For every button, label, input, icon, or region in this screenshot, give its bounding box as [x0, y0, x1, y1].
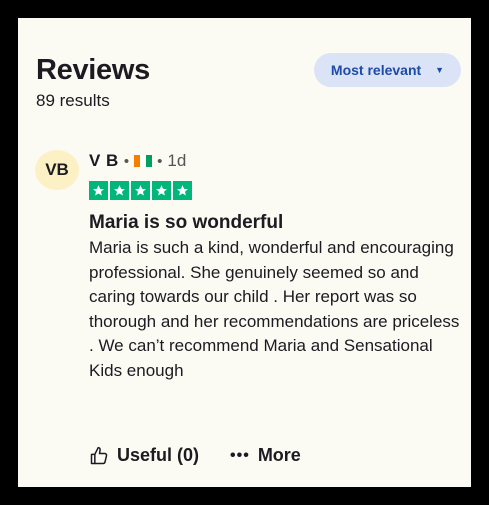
star-icon — [89, 181, 108, 200]
useful-button[interactable]: Useful (0) — [89, 445, 199, 466]
avatar-initials: VB — [45, 160, 69, 179]
results-count: 89 results — [36, 91, 110, 110]
more-button[interactable]: ••• More — [230, 445, 301, 466]
separator-dot: • — [157, 152, 163, 170]
ivory-coast-flag-icon — [134, 155, 153, 167]
review-meta: V B • • 1d — [89, 151, 186, 171]
sort-label: Most relevant — [330, 62, 422, 78]
star-icon — [110, 181, 129, 200]
review-time: 1d — [167, 151, 187, 170]
reviewer-name[interactable]: V B — [89, 151, 119, 171]
thumbs-up-icon — [90, 446, 108, 464]
review-body: Maria is such a kind, wonderful and enco… — [89, 238, 460, 380]
more-label: More — [257, 445, 301, 465]
more-dots-icon: ••• — [230, 446, 250, 464]
star-icon — [131, 181, 150, 200]
reviews-panel: Reviews 89 results Most relevant ▼ VB V … — [18, 18, 471, 487]
star-icon — [173, 181, 192, 200]
sort-dropdown-button[interactable]: Most relevant ▼ — [314, 53, 461, 87]
star-rating — [89, 181, 192, 200]
star-icon — [152, 181, 171, 200]
useful-label: Useful (0) — [117, 445, 200, 465]
review-title: Maria is so wonderful — [89, 212, 284, 233]
chevron-down-icon: ▼ — [435, 64, 445, 75]
page-title: Reviews — [36, 54, 150, 86]
separator-dot: • — [123, 152, 130, 170]
avatar: VB — [35, 150, 79, 190]
